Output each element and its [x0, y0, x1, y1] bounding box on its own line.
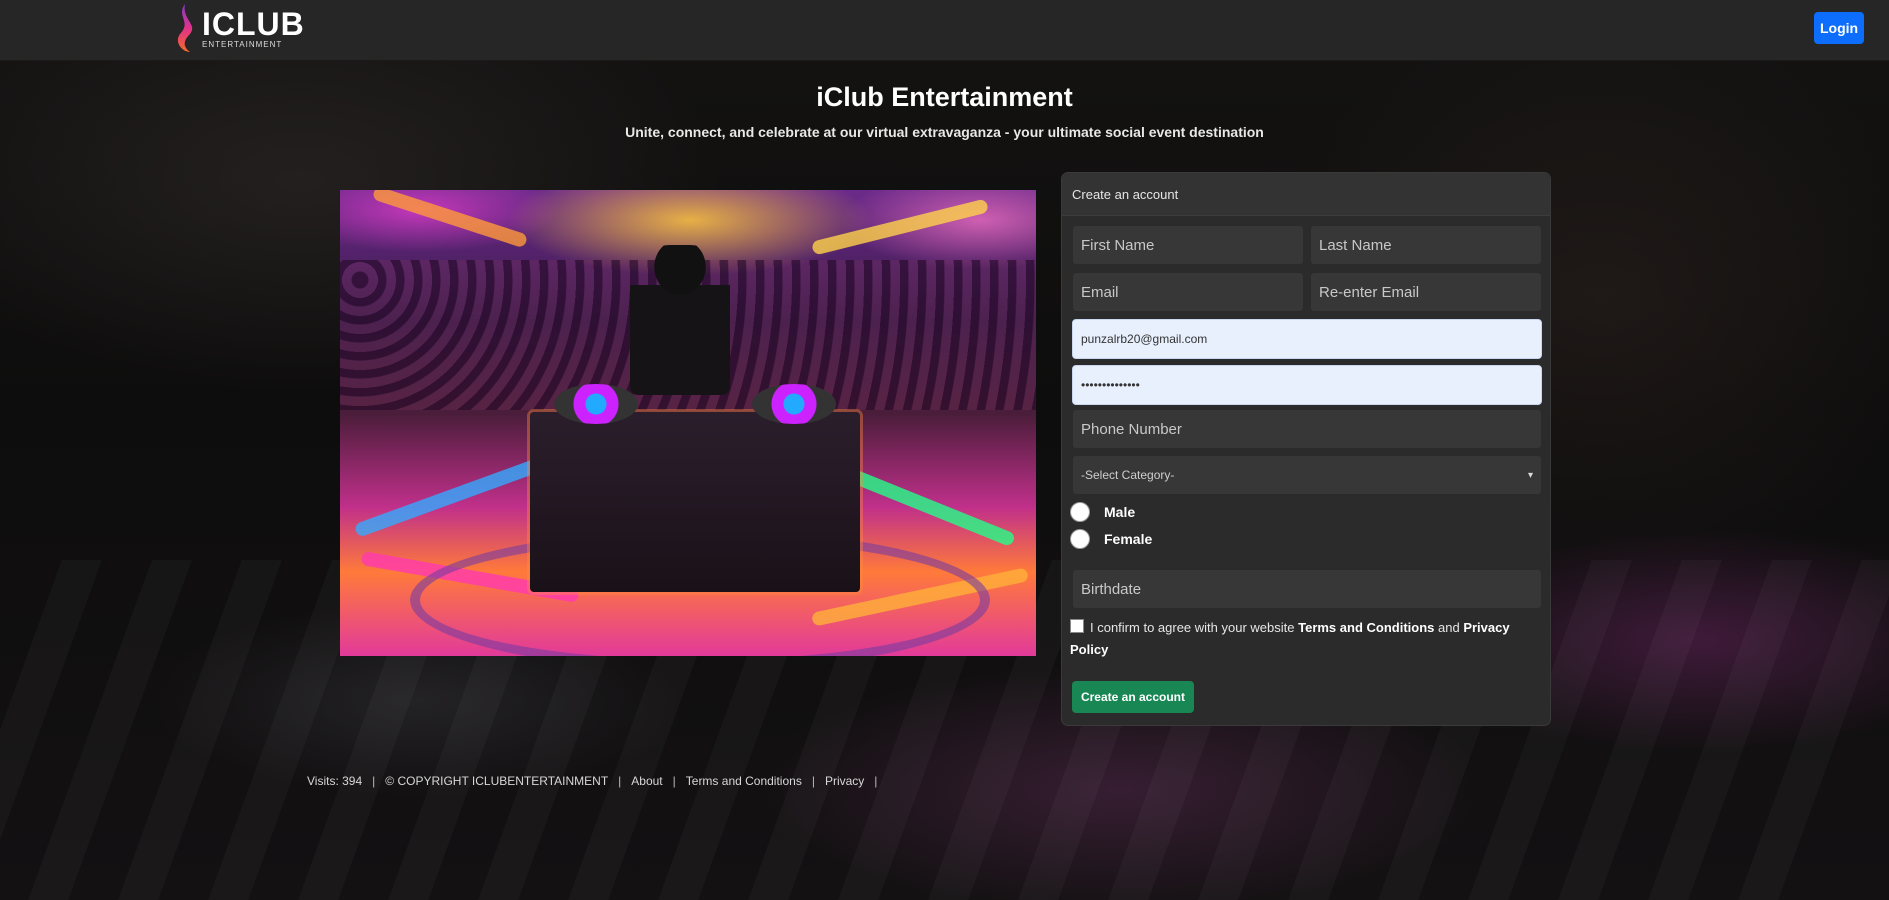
footer-link-about[interactable]: About [631, 774, 662, 788]
footer: Visits: 394 | © COPYRIGHT ICLUBENTERTAIN… [307, 774, 877, 788]
card-header: Create an account [1062, 173, 1550, 216]
page-title: iClub Entertainment [816, 82, 1073, 112]
footer-separator: | [672, 774, 676, 788]
category-select-value: -Select Category- [1081, 468, 1175, 482]
gender-option-male[interactable]: Male [1070, 502, 1135, 522]
chevron-down-icon: ▾ [1527, 469, 1533, 481]
flame-logo-icon [177, 4, 193, 52]
create-account-card: Create an account -Select Category- ▾ Ma… [1061, 172, 1551, 726]
logo-title: ICLUB [202, 5, 305, 42]
radio-male[interactable] [1070, 502, 1090, 522]
terms-checkbox[interactable] [1070, 619, 1084, 633]
password-input[interactable] [1072, 365, 1542, 405]
create-account-button[interactable]: Create an account [1072, 681, 1194, 713]
turntable-left [554, 384, 638, 424]
phone-number-input[interactable] [1072, 409, 1542, 449]
footer-separator: | [372, 774, 376, 788]
last-name-input[interactable] [1310, 225, 1542, 265]
email-input[interactable] [1072, 272, 1304, 312]
terms-agreement: I confirm to agree with your website Ter… [1070, 617, 1540, 661]
terms-link[interactable]: Terms and Conditions [1298, 620, 1434, 635]
visit-counter: Visits: 394 [307, 774, 363, 788]
autofilled-email-input[interactable] [1072, 319, 1542, 359]
radio-label-male: Male [1104, 504, 1136, 520]
radio-female[interactable] [1070, 529, 1090, 549]
dj-party-image [340, 190, 1036, 656]
footer-separator: | [874, 774, 878, 788]
birthdate-input[interactable] [1072, 569, 1542, 609]
gender-option-female[interactable]: Female [1070, 529, 1152, 549]
terms-text: I confirm to agree with your website [1090, 620, 1295, 635]
footer-separator: | [618, 774, 622, 788]
footer-separator: | [811, 774, 815, 788]
page-subtitle: Unite, connect, and celebrate at our vir… [625, 124, 1264, 140]
reenter-email-input[interactable] [1310, 272, 1542, 312]
copyright-text: © COPYRIGHT ICLUBENTERTAINMENT [385, 774, 609, 788]
navbar: ICLUB ENTERTAINMENT Login [0, 0, 1889, 61]
turntable-right [752, 384, 836, 424]
category-select[interactable]: -Select Category- ▾ [1072, 455, 1542, 495]
footer-link-terms[interactable]: Terms and Conditions [686, 774, 802, 788]
terms-and-text: and [1438, 620, 1460, 635]
first-name-input[interactable] [1072, 225, 1304, 265]
site-logo[interactable]: ICLUB ENTERTAINMENT [172, 2, 305, 54]
footer-link-privacy[interactable]: Privacy [825, 774, 864, 788]
login-button[interactable]: Login [1814, 12, 1864, 44]
dj-figure [630, 245, 730, 395]
dj-booth-graphic [530, 384, 860, 592]
radio-label-female: Female [1104, 531, 1153, 547]
logo-subtitle: ENTERTAINMENT [202, 39, 283, 49]
